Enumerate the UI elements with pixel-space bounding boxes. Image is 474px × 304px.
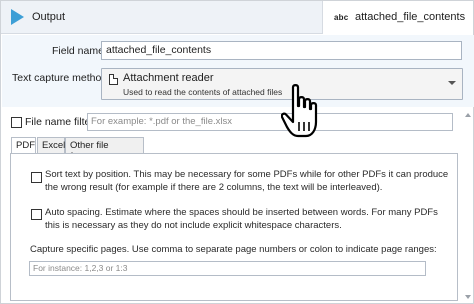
document-icon xyxy=(109,74,118,85)
tab-excel[interactable]: Excel xyxy=(37,137,65,153)
file-name-filter-checkbox[interactable] xyxy=(11,117,22,128)
auto-spacing-checkbox[interactable] xyxy=(31,209,42,220)
field-name-input[interactable]: attached_file_contents xyxy=(101,41,462,60)
capture-method-label: Text capture method xyxy=(12,72,108,84)
node-name: attached_file_contents xyxy=(355,11,466,23)
capture-pages-label: Capture specific pages. Use comma to sep… xyxy=(30,244,437,255)
play-icon[interactable] xyxy=(11,9,24,25)
sort-text-label: Sort text by position. This may be neces… xyxy=(45,169,449,193)
top-bar: Output abc attached_file_contents xyxy=(1,1,473,34)
tab-pdf[interactable]: PDF xyxy=(11,137,36,154)
hand-cursor-icon xyxy=(281,84,318,138)
text-type-icon: abc xyxy=(334,13,349,22)
output-label[interactable]: Output xyxy=(32,11,65,23)
tab-other-file-formats[interactable]: Other file formats xyxy=(65,137,144,162)
auto-spacing-label: Auto spacing. Estimate where the spaces … xyxy=(45,207,438,231)
capture-method-title: Attachment reader xyxy=(123,72,214,84)
properties-panel: Output abc attached_file_contents Field … xyxy=(0,0,474,304)
sort-text-checkbox[interactable] xyxy=(31,172,42,183)
chevron-down-icon xyxy=(448,81,456,85)
node-tab[interactable]: abc attached_file_contents xyxy=(322,1,473,34)
field-name-label: Field name xyxy=(52,45,104,57)
file-name-filter-input[interactable]: For example: *.pdf or the_file.xlsx xyxy=(87,113,453,131)
capture-pages-input[interactable]: For instance: 1,2,3 or 1:3 xyxy=(29,261,426,276)
file-name-filter-label: File name filter xyxy=(25,116,94,128)
capture-method-description: Used to read the contents of attached fi… xyxy=(123,87,283,97)
scrollbar[interactable] xyxy=(464,111,472,301)
